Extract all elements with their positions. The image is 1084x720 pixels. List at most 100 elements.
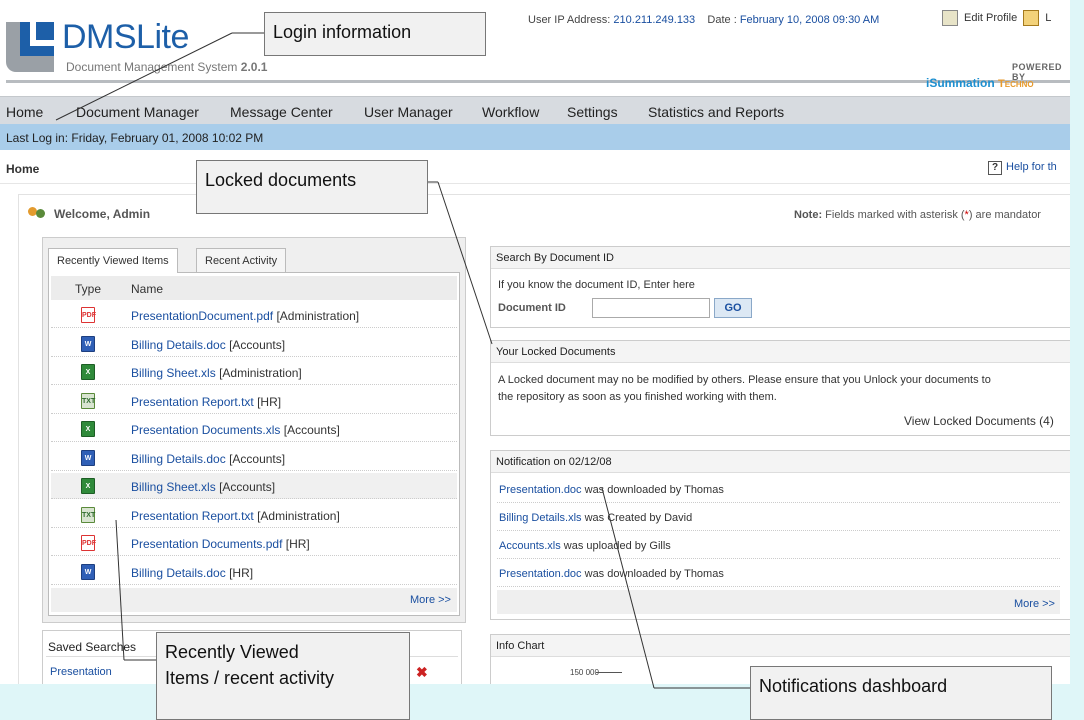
nav-home[interactable]: Home [6, 104, 43, 120]
doc-file-icon: W [81, 335, 95, 352]
file-group: [Accounts] [283, 423, 340, 437]
list-item[interactable]: TXT Presentation Report.txt [Administrati… [51, 502, 457, 528]
doc-file-icon: W [81, 563, 95, 580]
saved-searches-title: Saved Searches [48, 640, 137, 654]
list-item[interactable]: TXT Presentation Report.txt [HR] [51, 388, 457, 414]
txt-file-icon: TXT [81, 392, 95, 409]
txt-file-icon: TXT [81, 506, 95, 523]
product-version: 2.0.1 [240, 60, 268, 74]
file-link[interactable]: PresentationDocument.pdf [131, 309, 273, 323]
go-button[interactable]: GO [714, 298, 752, 318]
file-group: [Accounts] [219, 480, 276, 494]
list-item[interactable]: PDF PresentationDocument.pdf [Administrat… [51, 302, 457, 328]
notifications-footer [497, 590, 1060, 614]
list-item[interactable]: X Billing Sheet.xls [Accounts] [51, 473, 457, 499]
saved-search-item[interactable]: Presentation [50, 666, 112, 678]
list-item[interactable]: X Presentation Documents.xls [Accounts] [51, 416, 457, 442]
nav-workflow[interactable]: Workflow [482, 104, 539, 120]
help-link[interactable]: ? Help for th [988, 161, 1057, 175]
ip-label: User IP Address: [528, 14, 611, 26]
help-icon: ? [988, 161, 1002, 175]
more-notifications-link[interactable]: More >> [1014, 598, 1055, 610]
logo-subtitle: Document Management System 2.0.1 [66, 60, 267, 74]
brand-name: iSummation [926, 76, 995, 90]
file-link[interactable]: Presentation Documents.pdf [131, 537, 282, 551]
more-recent-link[interactable]: More >> [410, 594, 451, 606]
pdf-file-icon: PDF [81, 307, 96, 323]
file-link[interactable]: Billing Sheet.xls [131, 366, 216, 380]
list-item-name: Billing Sheet.xls [Accounts] [131, 480, 275, 494]
callout-login-information: Login information [264, 12, 486, 56]
callout-recent-line-1: Recently Viewed [165, 642, 299, 662]
chart-tick-line [596, 672, 622, 673]
file-link[interactable]: Billing Details.doc [131, 566, 226, 580]
logout-label[interactable]: L [1045, 12, 1051, 24]
list-item[interactable]: W Billing Details.doc [HR] [51, 559, 457, 585]
list-item-name: Presentation Report.txt [Administration] [131, 509, 340, 523]
list-item[interactable]: X Billing Sheet.xls [Administration] [51, 359, 457, 385]
view-locked-link[interactable]: View Locked Documents (4) [904, 414, 1054, 428]
list-item[interactable]: PDF Presentation Documents.pdf [HR] [51, 530, 457, 556]
file-link[interactable]: Billing Details.doc [131, 338, 226, 352]
list-item-name: Presentation Report.txt [HR] [131, 395, 281, 409]
brand-suffix: Techno [998, 78, 1034, 90]
callout-recent-items: Recently Viewed Items / recent activity [156, 632, 410, 720]
notification-item: Presentation.doc was downloaded by Thoma… [497, 561, 1060, 587]
nav-user-manager[interactable]: User Manager [364, 104, 453, 120]
edit-profile-link[interactable]: Edit Profile L [942, 10, 1051, 26]
nav-statistics-reports[interactable]: Statistics and Reports [648, 104, 784, 120]
list-item[interactable]: W Billing Details.doc [Accounts] [51, 445, 457, 471]
file-group: [HR] [229, 565, 254, 580]
note-label: Note: [794, 209, 823, 221]
notification-file-link[interactable]: Billing Details.xls [499, 512, 582, 524]
product-name: Document Management System [66, 60, 238, 74]
notification-file-link[interactable]: Presentation.doc [499, 484, 582, 496]
user-info: User IP Address: 210.211.249.133 Date : … [528, 14, 879, 26]
notification-text: was downloaded by Thomas [581, 568, 724, 580]
note-text-before: Fields marked with asterisk ( [825, 209, 965, 221]
list-item-name: Billing Details.doc [HR] [131, 566, 253, 580]
callout-notifications-dashboard: Notifications dashboard [750, 666, 1052, 720]
file-link[interactable]: Presentation Report.txt [131, 509, 254, 523]
file-link[interactable]: Presentation Documents.xls [131, 423, 280, 437]
date-label: Date : [707, 14, 737, 26]
powered-by-brand: iSummation Techno [926, 76, 1034, 90]
list-footer [51, 588, 457, 612]
notification-file-link[interactable]: Accounts.xls [499, 540, 561, 552]
list-item-name: Billing Details.doc [Accounts] [131, 338, 285, 352]
mandatory-note: Note: Fields marked with asterisk (*) ar… [794, 209, 1041, 221]
file-group: [Administration] [219, 366, 302, 380]
logo-text: DMSLite [62, 18, 189, 56]
list-item-name: PresentationDocument.pdf [Administration… [131, 309, 359, 323]
nav-document-manager[interactable]: Document Manager [76, 104, 199, 120]
welcome-heading: Welcome, Admin [28, 207, 150, 221]
profile-icon [942, 10, 958, 26]
tab-recently-viewed[interactable]: Recently Viewed Items [48, 248, 178, 273]
notification-item: Billing Details.xls was Created by David [497, 505, 1060, 531]
delete-icon[interactable]: ✖ [416, 664, 428, 681]
notification-file-link[interactable]: Presentation.doc [499, 568, 582, 580]
callout-locked-documents: Locked documents [196, 160, 428, 214]
file-group: [HR] [285, 537, 310, 551]
notifications-title: Notification on 02/12/08 [491, 451, 1070, 473]
file-link[interactable]: Billing Sheet.xls [131, 480, 216, 494]
tab-recent-activity[interactable]: Recent Activity [196, 248, 287, 272]
file-group: [Accounts] [229, 337, 286, 352]
file-link[interactable]: Billing Details.doc [131, 452, 226, 466]
list-item[interactable]: W Billing Details.doc [Accounts] [51, 331, 457, 357]
notification-text: was uploaded by Gills [560, 540, 671, 552]
xls-file-icon: X [81, 478, 95, 494]
doc-file-icon: W [81, 449, 95, 466]
nav-settings[interactable]: Settings [567, 104, 618, 120]
file-group: [Administration] [257, 508, 340, 523]
notification-text: was downloaded by Thomas [581, 484, 724, 496]
file-group: [HR] [257, 394, 282, 409]
nav-message-center[interactable]: Message Center [230, 104, 333, 120]
file-link[interactable]: Presentation Report.txt [131, 395, 254, 409]
col-name: Name [131, 282, 164, 296]
document-id-input[interactable] [592, 298, 710, 318]
last-login-bar: Last Log in: Friday, February 01, 2008 1… [0, 124, 1070, 150]
header-divider [6, 80, 1070, 83]
header: DMSLite Document Management System 2.0.1… [0, 0, 1070, 96]
logout-icon[interactable] [1023, 10, 1040, 26]
